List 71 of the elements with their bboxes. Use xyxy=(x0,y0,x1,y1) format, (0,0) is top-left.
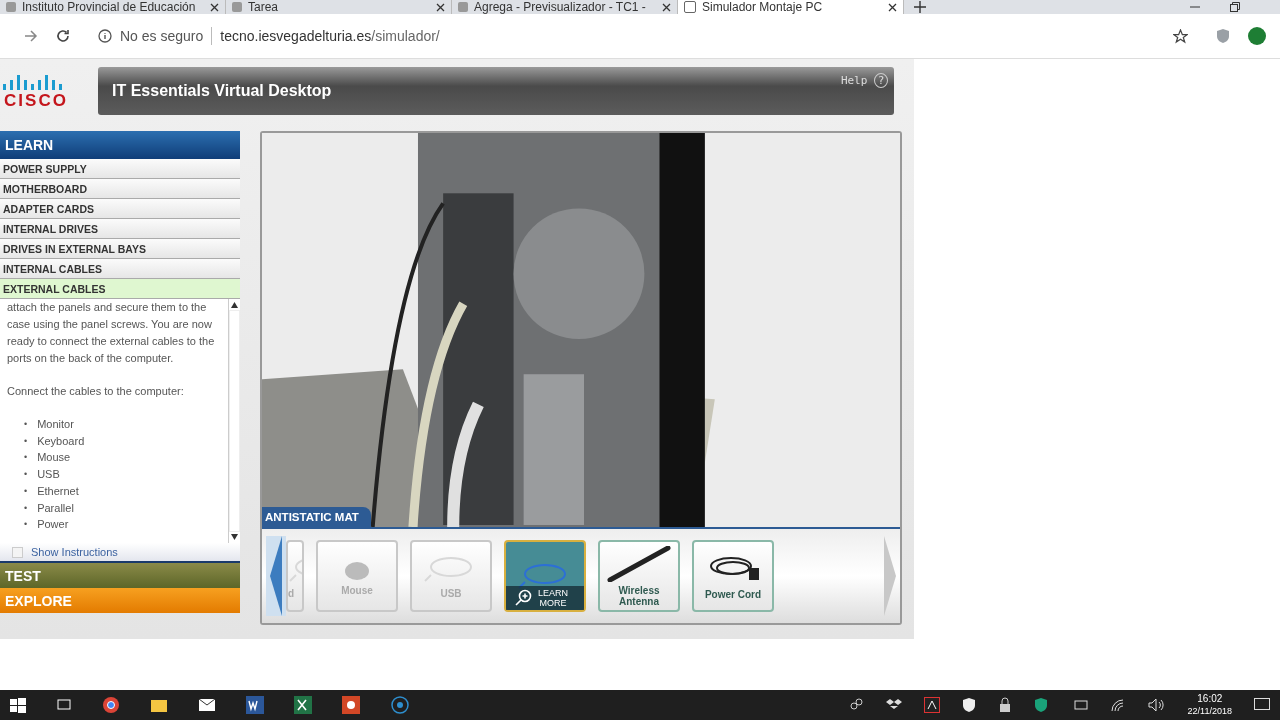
cable-item[interactable]: LEARN MORE xyxy=(504,540,586,612)
scene-label: ANTISTATIC MAT xyxy=(262,507,371,527)
instruction-text: Connect the cables to the computer: xyxy=(7,384,185,399)
new-tab-icon[interactable] xyxy=(914,1,926,13)
list-item: USB xyxy=(37,467,60,483)
profile-avatar[interactable] xyxy=(1248,27,1266,45)
record-icon[interactable] xyxy=(390,695,410,715)
show-instructions-checkbox[interactable]: Show Instructions xyxy=(0,543,240,563)
mail-icon[interactable] xyxy=(198,698,216,712)
page-icon xyxy=(232,2,242,12)
bullet-icon: • xyxy=(24,482,28,500)
task-view-icon[interactable] xyxy=(56,697,72,713)
forward-icon[interactable] xyxy=(24,29,38,43)
list-item: Mouse xyxy=(37,450,71,466)
browser-tab[interactable]: Tarea xyxy=(226,0,452,14)
bookmark-star-icon[interactable] xyxy=(1173,28,1188,44)
browser-tab[interactable]: Simulador Montaje PC xyxy=(678,0,904,14)
list-item: Parallel xyxy=(37,500,74,516)
learn-header[interactable]: LEARN xyxy=(0,131,240,159)
sidebar-item[interactable]: POWER SUPPLY xyxy=(0,159,240,179)
start-icon[interactable] xyxy=(10,697,26,713)
bullet-icon: • xyxy=(24,466,28,483)
page-icon xyxy=(6,2,16,12)
address-field[interactable]: No es seguro tecno.iesvegadelturia.es/simulador/ xyxy=(88,21,1198,51)
clock[interactable]: 16:02 22/11/2018 xyxy=(1187,693,1232,717)
restore-icon[interactable] xyxy=(1230,2,1240,12)
close-icon[interactable] xyxy=(210,2,219,12)
notification-icon[interactable] xyxy=(1254,698,1270,712)
bullet-icon: • xyxy=(24,416,28,433)
bullet-icon: • xyxy=(24,449,28,467)
shield-icon[interactable] xyxy=(961,697,976,713)
instruction-text: attach the panels and secure them to the case using the panel screws. You are now ready to connect the external cables to the ports on the back of the computer. xyxy=(7,300,216,366)
cable-item[interactable]: Power Cord xyxy=(692,540,774,612)
wifi-icon[interactable] xyxy=(1109,698,1126,712)
app-title: IT Essentials Virtual Desktop xyxy=(112,82,332,100)
people-icon[interactable] xyxy=(847,697,864,713)
antenna-icon xyxy=(606,545,672,582)
sidebar-item[interactable]: DRIVES IN EXTERNAL BAYS xyxy=(0,239,240,259)
list-item: Monitor xyxy=(37,417,74,432)
logo-text: CISCO xyxy=(4,92,68,110)
zoom-in-icon xyxy=(514,589,532,607)
reload-icon[interactable] xyxy=(56,29,70,43)
bullet-icon: • xyxy=(24,499,28,517)
security-shield-icon[interactable] xyxy=(1033,697,1048,713)
browser-icon[interactable] xyxy=(102,696,120,714)
scroll-down-icon[interactable] xyxy=(231,534,238,540)
list-item: Power xyxy=(37,517,69,533)
sidebar-item[interactable]: INTERNAL DRIVES xyxy=(0,219,240,239)
browser-tab[interactable]: Instituto Provincial de Educación xyxy=(0,0,226,14)
close-icon[interactable] xyxy=(888,2,897,12)
sidebar-item[interactable]: ADAPTER CARDS xyxy=(0,199,240,219)
test-header[interactable]: TEST xyxy=(0,563,240,588)
close-icon[interactable] xyxy=(662,2,671,12)
folder-icon[interactable] xyxy=(150,697,168,713)
scrollbar[interactable] xyxy=(228,299,240,543)
list-item: Ethernet xyxy=(37,483,79,499)
lock-icon[interactable] xyxy=(997,697,1012,713)
bullet-icon: • xyxy=(24,432,28,450)
info-icon xyxy=(98,29,112,43)
list-item: Keyboard xyxy=(37,433,85,449)
sidebar-item[interactable]: EXTERNAL CABLES xyxy=(0,279,240,299)
cable-item[interactable]: Wireless Antenna xyxy=(598,540,680,612)
help-link[interactable]: Help ? xyxy=(840,73,888,88)
bullet-icon: • xyxy=(24,516,28,533)
close-icon[interactable] xyxy=(436,2,445,12)
page-icon xyxy=(458,2,468,12)
sidebar-item[interactable]: INTERNAL CABLES xyxy=(0,259,240,279)
learn-more-overlay[interactable]: LEARN MORE xyxy=(506,586,584,610)
sidebar-item[interactable]: MOTHERBOARD xyxy=(0,179,240,199)
speaker-icon[interactable] xyxy=(1147,698,1166,712)
scroll-up-icon[interactable] xyxy=(231,302,238,308)
